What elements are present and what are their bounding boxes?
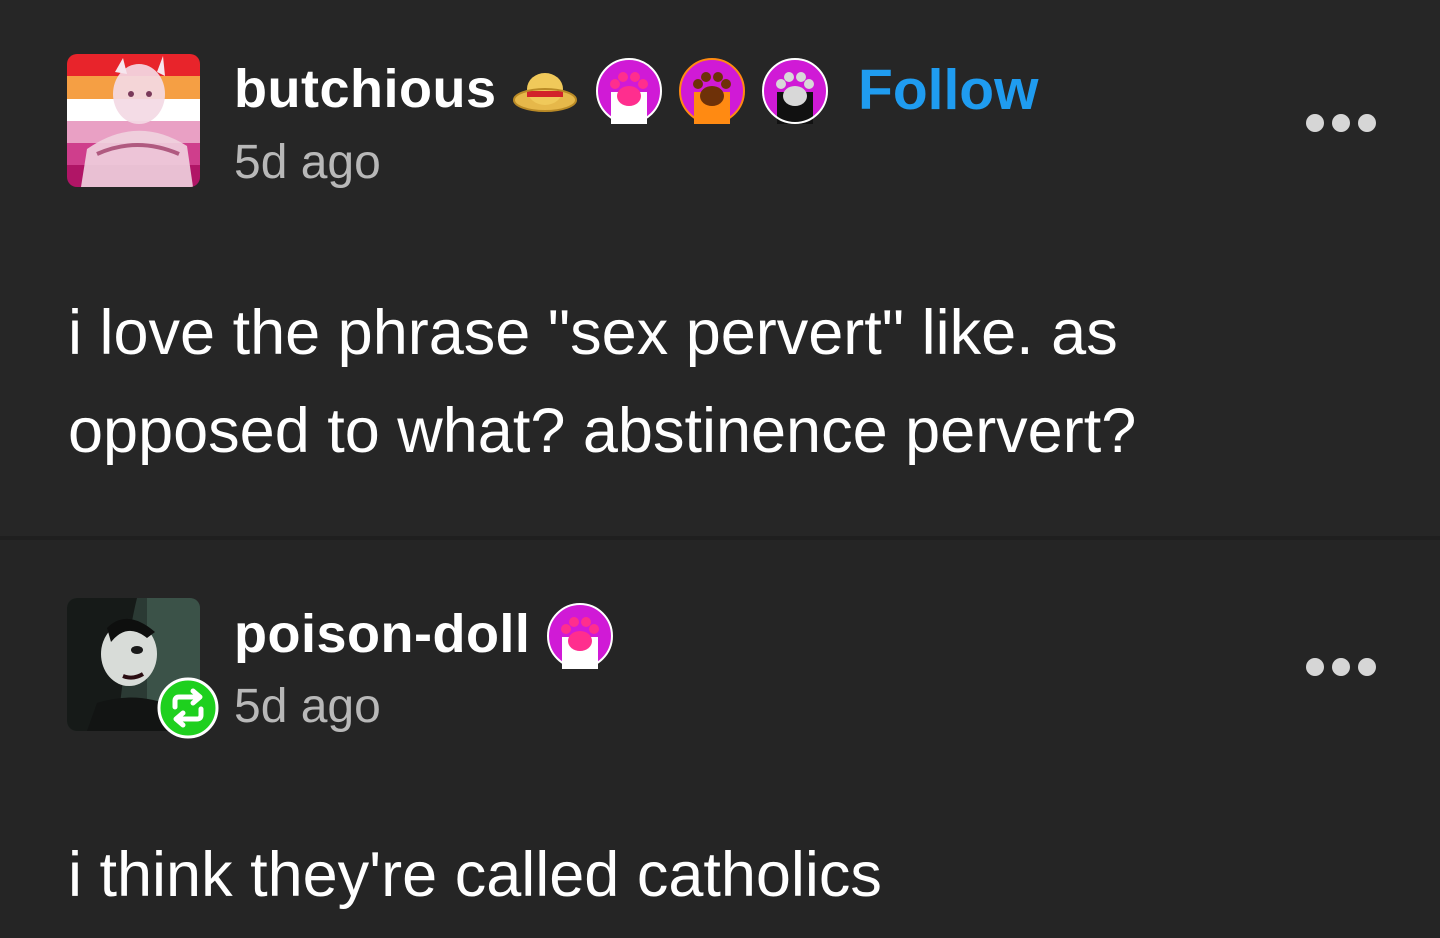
avatar[interactable] xyxy=(67,54,200,187)
orange-paw-badge[interactable] xyxy=(679,58,745,124)
black-paw-badge[interactable] xyxy=(762,58,828,124)
divider xyxy=(0,536,1440,540)
more-options-icon[interactable] xyxy=(1304,656,1378,678)
reblog-icon xyxy=(157,677,219,739)
more-options-icon[interactable] xyxy=(1304,112,1378,134)
post-card: butchious Follow 5d ago i love the phras… xyxy=(0,0,1440,536)
pink-paw-badge[interactable] xyxy=(547,603,613,669)
username[interactable]: poison-doll xyxy=(234,603,530,665)
post-body: i love the phrase "sex pervert" like. as… xyxy=(68,298,1137,466)
post-body: i think they're called catholics xyxy=(68,840,882,910)
pink-paw-badge[interactable] xyxy=(596,58,662,124)
timestamp[interactable]: 5d ago xyxy=(234,135,381,190)
straw-hat-icon[interactable] xyxy=(512,70,578,114)
timestamp[interactable]: 5d ago xyxy=(234,679,381,734)
username[interactable]: butchious xyxy=(234,58,496,120)
follow-button[interactable]: Follow xyxy=(858,57,1038,123)
